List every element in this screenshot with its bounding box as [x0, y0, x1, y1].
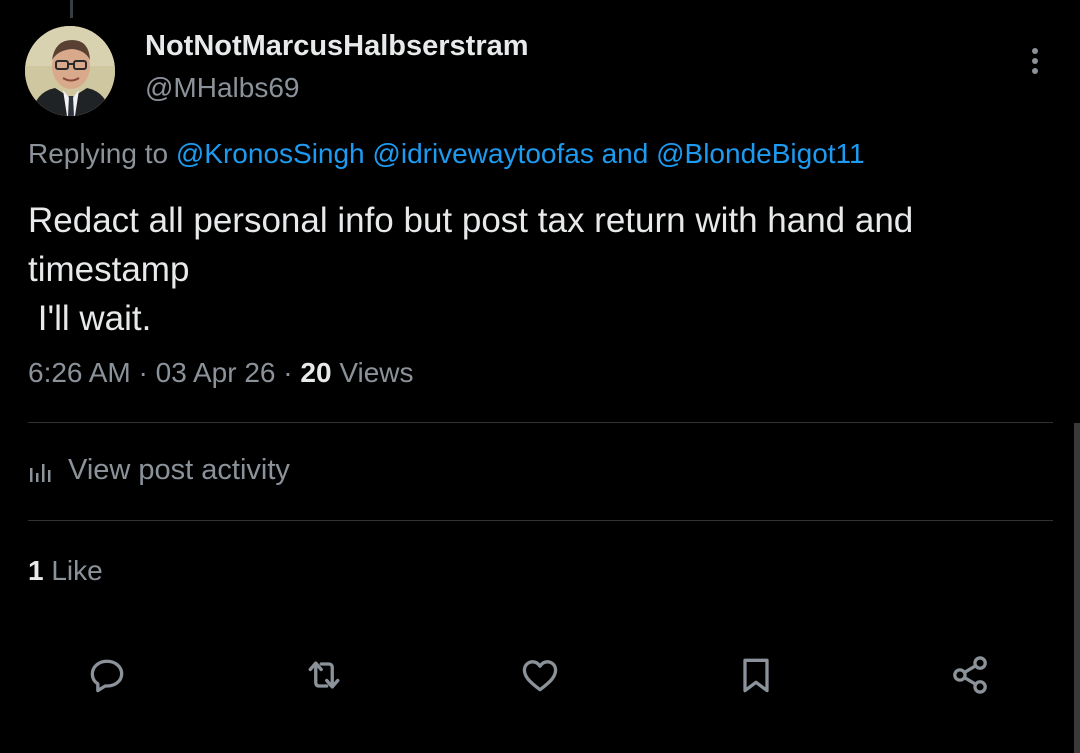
avatar-image	[25, 26, 115, 116]
like-icon	[522, 660, 558, 692]
share-icon	[953, 656, 987, 694]
view-post-activity-button[interactable]: View post activity	[28, 454, 290, 487]
divider	[28, 520, 1053, 521]
more-options-icon[interactable]	[1022, 44, 1048, 80]
bookmark-icon	[743, 658, 769, 693]
share-button[interactable]	[946, 651, 994, 699]
tweet-detail-view: NotNotMarcusHalbserstram @MHalbs69 Reply…	[0, 0, 1080, 753]
tweet-date[interactable]: 03 Apr 26	[156, 357, 276, 388]
views-count: 20	[300, 357, 332, 388]
reply-icon	[90, 659, 124, 693]
view-post-activity-label: View post activity	[68, 454, 290, 486]
meta-separator: ·	[130, 357, 156, 388]
avatar[interactable]	[25, 26, 115, 116]
likes-summary[interactable]: 1 Like	[28, 555, 103, 587]
mention-link-2[interactable]: @idrivewaytoofas	[372, 138, 593, 169]
tweet-metadata: 6:26 AM · 03 Apr 26 · 20 Views	[28, 357, 414, 389]
bookmark-button[interactable]	[732, 651, 780, 699]
reply-button[interactable]	[83, 651, 131, 699]
mention-link-3[interactable]: @BlondeBigot11	[656, 138, 865, 169]
replying-to: Replying to @KronosSingh @idrivewaytoofa…	[28, 138, 865, 170]
like-button[interactable]	[516, 651, 564, 699]
author-handle[interactable]: @MHalbs69	[145, 72, 299, 104]
mention-link-1[interactable]: @KronosSingh	[176, 138, 365, 169]
retweet-button[interactable]	[300, 651, 348, 699]
tweet-text-line-2: timestamp	[28, 250, 190, 289]
likes-count: 1	[28, 555, 44, 586]
analytics-icon	[30, 463, 51, 482]
meta-separator: ·	[275, 357, 301, 388]
thread-connector-line	[70, 0, 73, 18]
author-display-name[interactable]: NotNotMarcusHalbserstram	[145, 30, 529, 63]
divider	[28, 422, 1053, 423]
likes-label: Like	[43, 555, 103, 586]
scrollbar[interactable]	[1074, 423, 1080, 753]
replying-to-label: Replying to	[28, 138, 176, 169]
tweet-time[interactable]: 6:26 AM	[28, 357, 131, 388]
retweet-icon	[308, 661, 340, 689]
tweet-text-line-3: I'll wait.	[28, 299, 152, 338]
mention-joiner: and	[593, 138, 657, 169]
tweet-text-line-1: Redact all personal info but post tax re…	[28, 201, 914, 240]
views-label: Views	[331, 357, 414, 388]
tweet-body: Redact all personal info but post tax re…	[28, 196, 1048, 343]
